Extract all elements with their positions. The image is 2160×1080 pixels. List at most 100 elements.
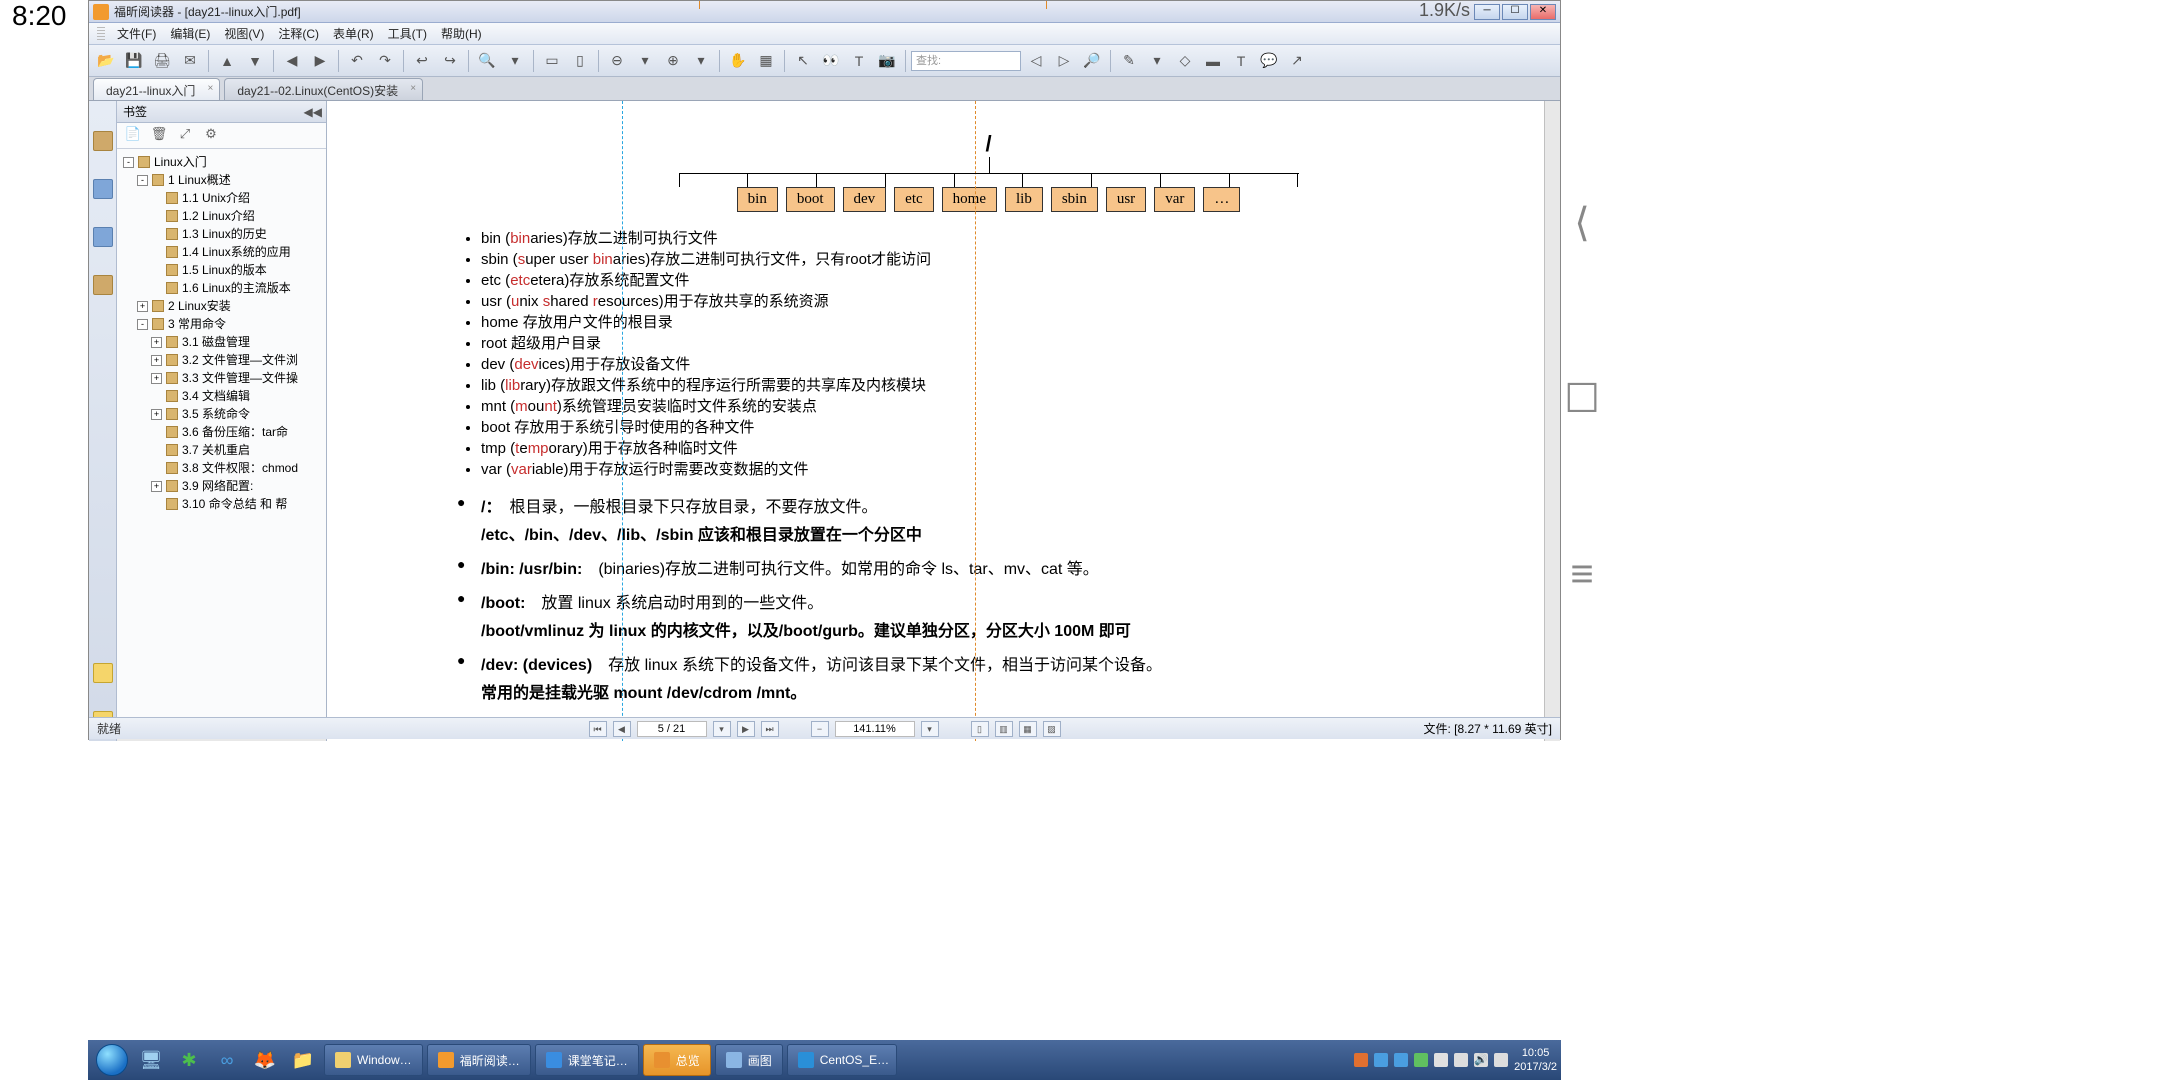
advanced-search-icon[interactable]: 🔎 xyxy=(1079,48,1105,74)
back-icon[interactable]: ◀ xyxy=(279,48,305,74)
last-page-icon[interactable]: ⏭ xyxy=(761,721,779,737)
menu-icon[interactable]: ≡ xyxy=(1570,552,1593,597)
tray-icon[interactable] xyxy=(1434,1053,1448,1067)
continuous-icon[interactable]: ▥ xyxy=(995,721,1013,737)
bookmarks-panel-icon[interactable] xyxy=(93,131,113,151)
tree-expander-icon[interactable]: - xyxy=(137,319,148,330)
document-tab[interactable]: day21--linux入门× xyxy=(93,78,220,100)
layers-panel-icon[interactable] xyxy=(93,227,113,247)
network-icon[interactable] xyxy=(1454,1053,1468,1067)
bookmark-item[interactable]: +3.9 网络配置: xyxy=(123,477,324,495)
bookmark-item[interactable]: -Linux入门 xyxy=(123,153,324,171)
collapse-icon[interactable]: ◀◀ xyxy=(304,105,322,119)
zoom-dropdown-icon[interactable]: ▾ xyxy=(921,721,939,737)
bookmark-item[interactable]: 3.4 文档编辑 xyxy=(123,387,324,405)
open-icon[interactable]: 📂 xyxy=(93,48,119,74)
bookmark-item[interactable]: +3.5 系统命令 xyxy=(123,405,324,423)
tree-expander-icon[interactable]: + xyxy=(151,337,162,348)
save-icon[interactable]: 💾 xyxy=(121,48,147,74)
expand-icon[interactable]: ⤢ xyxy=(175,126,195,146)
textbox-icon[interactable]: T xyxy=(1228,48,1254,74)
bookmark-item[interactable]: 3.10 命令总结 和 帮 xyxy=(123,495,324,513)
minimize-button[interactable]: ─ xyxy=(1474,4,1500,20)
system-tray[interactable]: 🔊 10:052017/3/2 xyxy=(1354,1046,1557,1074)
bookmark-item[interactable]: 1.3 Linux的历史 xyxy=(123,225,324,243)
facing-icon[interactable]: ▦ xyxy=(1019,721,1037,737)
flag-icon[interactable] xyxy=(1494,1053,1508,1067)
app-icon[interactable]: ✱ xyxy=(171,1044,207,1076)
next-page-icon[interactable]: ▶ xyxy=(737,721,755,737)
search-next-icon[interactable]: ▷ xyxy=(1051,48,1077,74)
taskbar-task[interactable]: CentOS_E… xyxy=(787,1044,897,1076)
bookmark-item[interactable]: 3.7 关机重启 xyxy=(123,441,324,459)
external-icon[interactable]: ↗ xyxy=(1284,48,1310,74)
forward-icon[interactable]: ▶ xyxy=(307,48,333,74)
camera-icon[interactable]: 📷 xyxy=(874,48,900,74)
taskbar-task[interactable]: 总览 xyxy=(643,1044,711,1076)
pointer-icon[interactable]: ↖ xyxy=(790,48,816,74)
firefox-icon[interactable]: 🦊 xyxy=(247,1044,283,1076)
dropdown-icon[interactable]: ▾ xyxy=(502,48,528,74)
bookmark-item[interactable]: -3 常用命令 xyxy=(123,315,324,333)
dropdown-icon[interactable]: ▾ xyxy=(632,48,658,74)
dropdown-icon[interactable]: ▾ xyxy=(688,48,714,74)
bookmark-item[interactable]: +2 Linux安装 xyxy=(123,297,324,315)
bookmark-item[interactable]: 1.6 Linux的主流版本 xyxy=(123,279,324,297)
taskbar-task[interactable]: 福昕阅读… xyxy=(427,1044,531,1076)
volume-icon[interactable]: 🔊 xyxy=(1474,1053,1488,1067)
tray-icon[interactable] xyxy=(1394,1053,1408,1067)
tree-expander-icon[interactable]: + xyxy=(137,301,148,312)
taskbar-task[interactable]: Window… xyxy=(324,1044,423,1076)
tree-expander-icon[interactable]: + xyxy=(151,409,162,420)
tree-expander-icon[interactable]: + xyxy=(151,355,162,366)
mail-icon[interactable]: ✉ xyxy=(177,48,203,74)
tray-icon[interactable] xyxy=(1354,1053,1368,1067)
bookmark-item[interactable]: +3.2 文件管理—文件浏 xyxy=(123,351,324,369)
continuous-facing-icon[interactable]: ▨ xyxy=(1043,721,1061,737)
pen-icon[interactable]: ✎ xyxy=(1116,48,1142,74)
taskbar-task[interactable]: 画图 xyxy=(715,1044,783,1076)
tree-expander-icon[interactable]: + xyxy=(151,481,162,492)
nav-up-icon[interactable]: ▲ xyxy=(214,48,240,74)
zoom-icon[interactable]: 🔍 xyxy=(474,48,500,74)
folder-icon[interactable]: 📁 xyxy=(285,1044,321,1076)
explorer-icon[interactable]: 🖥 xyxy=(133,1044,169,1076)
search-prev-icon[interactable]: ◁ xyxy=(1023,48,1049,74)
close-tab-icon[interactable]: × xyxy=(208,83,214,94)
start-button[interactable] xyxy=(92,1042,132,1078)
document-view[interactable]: / binbootdevetchomelibsbinusrvar… bin (b… xyxy=(327,101,1560,741)
pages-panel-icon[interactable] xyxy=(93,179,113,199)
bookmark-item[interactable]: 1.2 Linux介绍 xyxy=(123,207,324,225)
bookmark-tree[interactable]: -Linux入门-1 Linux概述1.1 Unix介绍1.2 Linux介绍1… xyxy=(117,149,326,725)
comments-panel-icon[interactable] xyxy=(93,663,113,683)
tree-expander-icon[interactable]: - xyxy=(137,175,148,186)
zoom-in-icon[interactable]: ⊕ xyxy=(660,48,686,74)
taskbar-task[interactable]: 课堂笔记… xyxy=(535,1044,639,1076)
cloud-icon[interactable]: ∞ xyxy=(209,1044,245,1076)
undo-icon[interactable]: ↩ xyxy=(409,48,435,74)
page-input[interactable]: 5 / 21 xyxy=(637,721,707,737)
bookmark-item[interactable]: +3.1 磁盘管理 xyxy=(123,333,324,351)
recent-icon[interactable]: ☐ xyxy=(1564,376,1600,422)
menu-item[interactable]: 文件(F) xyxy=(111,23,162,44)
bookmark-item[interactable]: +3.3 文件管理—文件操 xyxy=(123,369,324,387)
eraser-icon[interactable]: ◇ xyxy=(1172,48,1198,74)
menu-item[interactable]: 编辑(E) xyxy=(164,23,216,44)
fit-width-icon[interactable]: ▯ xyxy=(567,48,593,74)
tray-clock[interactable]: 10:052017/3/2 xyxy=(1514,1046,1557,1074)
tray-icon[interactable] xyxy=(1374,1053,1388,1067)
new-bookmark-icon[interactable]: 📄 xyxy=(123,126,143,146)
bookmark-item[interactable]: 1.5 Linux的版本 xyxy=(123,261,324,279)
settings-icon[interactable]: ⚙ xyxy=(201,126,221,146)
search-input[interactable]: 查找: xyxy=(911,51,1021,71)
print-icon[interactable]: 🖨 xyxy=(149,48,175,74)
bookmark-item[interactable]: 1.4 Linux系统的应用 xyxy=(123,243,324,261)
zoom-input[interactable]: 141.11% xyxy=(835,721,915,737)
single-page-icon[interactable]: ▯ xyxy=(971,721,989,737)
dropdown-icon[interactable]: ▾ xyxy=(1144,48,1170,74)
highlight-icon[interactable]: ▬ xyxy=(1200,48,1226,74)
delete-bookmark-icon[interactable]: 🗑 xyxy=(149,126,169,146)
text-icon[interactable]: T xyxy=(846,48,872,74)
menu-item[interactable]: 视图(V) xyxy=(218,23,270,44)
nav-down-icon[interactable]: ▼ xyxy=(242,48,268,74)
